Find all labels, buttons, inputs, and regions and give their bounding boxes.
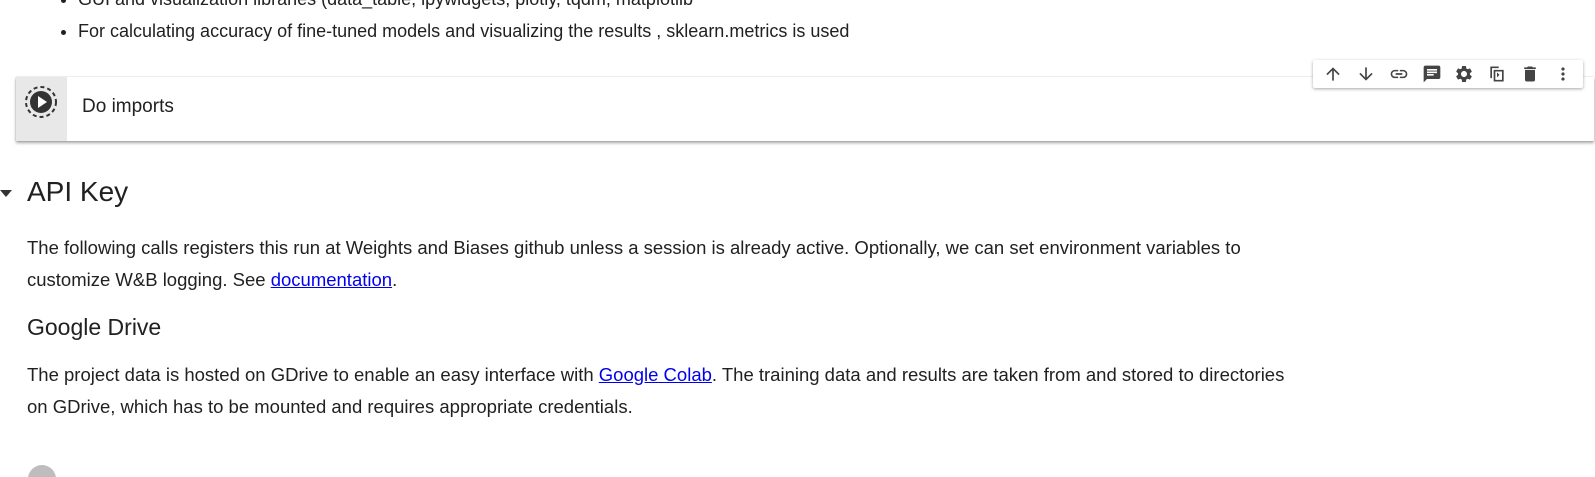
paragraph-text: The project data is hosted on GDrive to …	[27, 364, 599, 385]
section-heading-api-key: API Key	[27, 176, 129, 207]
cell-toolbar	[1313, 60, 1583, 88]
gear-icon	[1456, 66, 1473, 82]
list-item: GUI and visualization libraries (data_ta…	[78, 0, 849, 15]
import-notes-list: GUI and visualization libraries (data_ta…	[50, 0, 849, 47]
delete-cell-button[interactable]	[1517, 61, 1543, 87]
run-cell-button[interactable]	[24, 85, 58, 119]
google-drive-paragraph: The project data is hosted on GDrive to …	[27, 359, 1287, 423]
add-comment-button[interactable]	[1419, 61, 1445, 87]
arrow-up-icon	[1326, 67, 1341, 81]
cell-gutter	[16, 77, 67, 141]
move-up-button[interactable]	[1320, 61, 1346, 87]
copy-link-button[interactable]	[1386, 61, 1412, 87]
cell-title: Do imports	[82, 96, 174, 117]
move-down-button[interactable]	[1353, 61, 1379, 87]
paragraph-text: The following calls registers this run a…	[27, 237, 1241, 290]
section-heading-google-drive: Google Drive	[27, 314, 162, 340]
arrow-down-icon	[1359, 67, 1373, 81]
comment-icon	[1423, 65, 1440, 83]
play-icon	[25, 86, 57, 118]
more-vert-icon	[1560, 67, 1565, 81]
paragraph-text: .	[392, 269, 398, 290]
notebook-page: GUI and visualization libraries (data_ta…	[0, 0, 1595, 477]
documentation-link[interactable]: documentation	[271, 269, 392, 290]
settings-button[interactable]	[1451, 61, 1477, 87]
mirror-cell-icon	[1490, 66, 1504, 82]
list-item: For calculating accuracy of fine-tuned m…	[78, 15, 849, 47]
google-colab-link[interactable]: Google Colab	[599, 364, 712, 385]
trash-icon	[1524, 66, 1536, 82]
link-icon	[1390, 69, 1408, 79]
api-key-paragraph: The following calls registers this run a…	[27, 232, 1287, 296]
mirror-cell-button[interactable]	[1484, 61, 1510, 87]
collapse-section-toggle[interactable]	[0, 190, 12, 197]
more-options-button[interactable]	[1550, 61, 1576, 87]
next-cell-run-icon[interactable]	[28, 465, 56, 477]
